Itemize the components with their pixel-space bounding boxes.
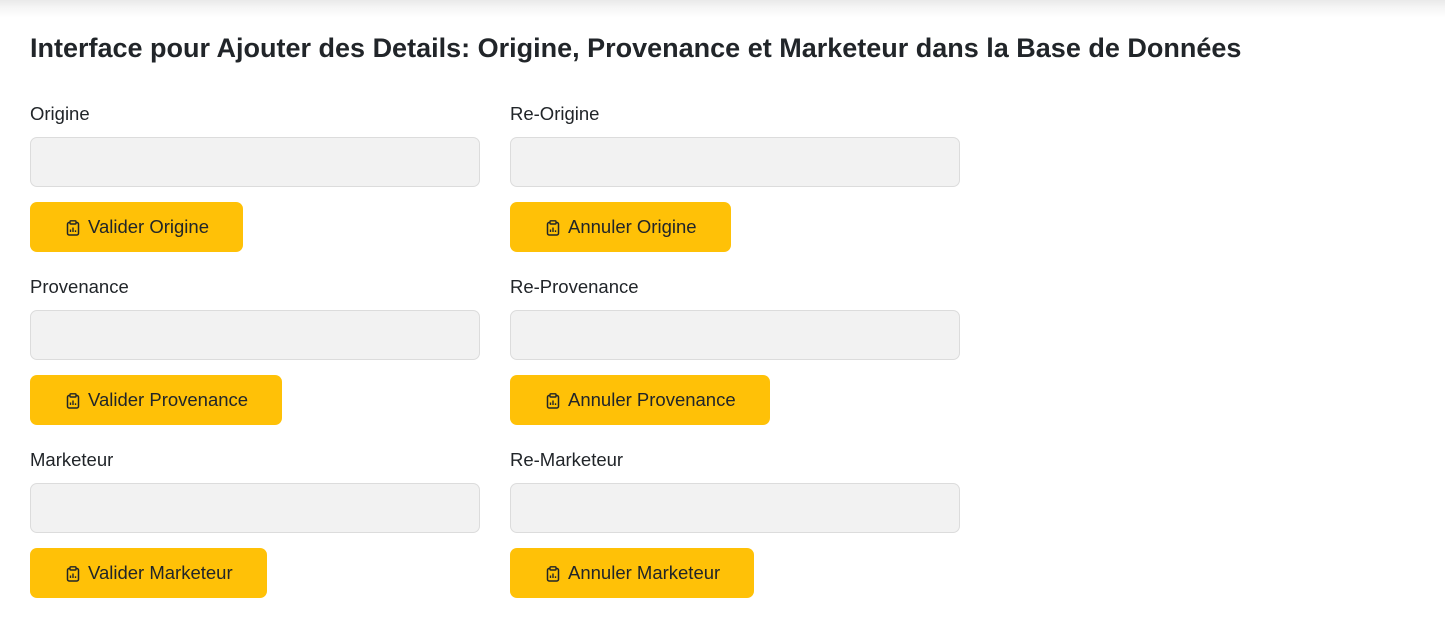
- valider-marketeur-button[interactable]: Valider Marketeur: [30, 548, 267, 598]
- valider-origine-button[interactable]: Valider Origine: [30, 202, 243, 252]
- page-container: Interface pour Ajouter des Details: Orig…: [30, 30, 1415, 598]
- annuler-origine-label: Annuler Origine: [568, 216, 697, 237]
- valider-marketeur-label: Valider Marketeur: [88, 562, 233, 583]
- annuler-marketeur-label: Annuler Marketeur: [568, 562, 721, 583]
- annuler-provenance-button[interactable]: Annuler Provenance: [510, 375, 770, 425]
- marketeur-section: Marketeur Valider Marketeur Re-Marketeur…: [30, 448, 960, 608]
- re-marketeur-input[interactable]: [510, 483, 960, 533]
- origine-section: Origine Valider Origine Re-Origine Annul…: [30, 102, 960, 262]
- re-marketeur-label: Re-Marketeur: [510, 449, 624, 470]
- re-marketeur-column: Re-Marketeur Annuler Marketeur: [510, 448, 960, 598]
- annuler-marketeur-button[interactable]: Annuler Marketeur: [510, 548, 755, 598]
- re-provenance-input[interactable]: [510, 310, 960, 360]
- origine-column: Origine Valider Origine: [30, 102, 480, 252]
- clipboard-data-icon: [546, 220, 560, 236]
- provenance-column: Provenance Valider Provenance: [30, 275, 480, 425]
- valider-provenance-button[interactable]: Valider Provenance: [30, 375, 283, 425]
- valider-origine-label: Valider Origine: [88, 216, 209, 237]
- origine-input[interactable]: [30, 137, 480, 187]
- provenance-section: Provenance Valider Provenance Re-Provena…: [30, 275, 960, 435]
- top-shadow: [0, 0, 1445, 18]
- re-provenance-column: Re-Provenance Annuler Provenance: [510, 275, 960, 425]
- clipboard-data-icon: [66, 393, 80, 409]
- provenance-input[interactable]: [30, 310, 480, 360]
- clipboard-data-icon: [66, 566, 80, 582]
- page-title: Interface pour Ajouter des Details: Orig…: [30, 33, 1242, 63]
- clipboard-data-icon: [546, 566, 560, 582]
- marketeur-input[interactable]: [30, 483, 480, 533]
- annuler-provenance-label: Annuler Provenance: [568, 389, 736, 410]
- annuler-origine-button[interactable]: Annuler Origine: [510, 202, 731, 252]
- marketeur-column: Marketeur Valider Marketeur: [30, 448, 480, 598]
- origine-label: Origine: [30, 103, 90, 124]
- clipboard-data-icon: [546, 393, 560, 409]
- valider-provenance-label: Valider Provenance: [88, 389, 249, 410]
- re-origine-column: Re-Origine Annuler Origine: [510, 102, 960, 252]
- re-origine-label: Re-Origine: [510, 103, 600, 124]
- re-provenance-label: Re-Provenance: [510, 276, 639, 297]
- clipboard-data-icon: [66, 220, 80, 236]
- marketeur-label: Marketeur: [30, 449, 114, 470]
- re-origine-input[interactable]: [510, 137, 960, 187]
- provenance-label: Provenance: [30, 276, 129, 297]
